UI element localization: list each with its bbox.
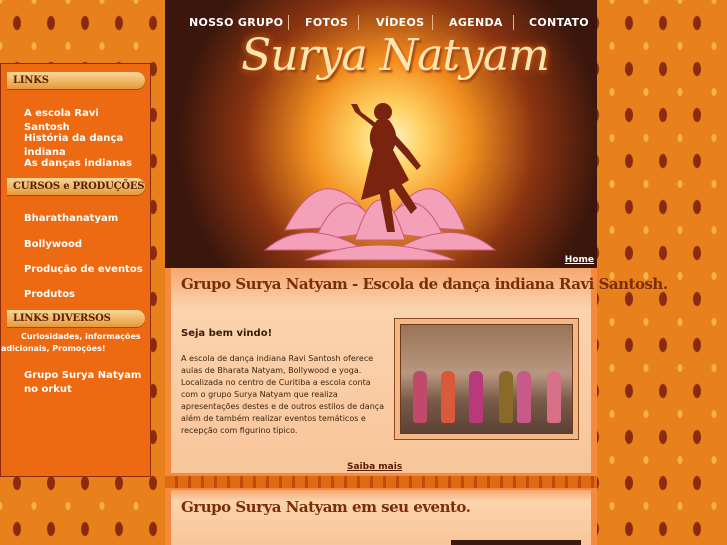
site-logo: Surya Natyam: [241, 30, 550, 81]
cursos-section-header: CURSOS e PRODUÇÕES: [7, 178, 145, 195]
event-photo-edge: [451, 540, 581, 545]
event-card-title: Grupo Surya Natyam em seu evento.: [181, 498, 471, 516]
header-banner: NOSSO GRUPO FOTOS VÍDEOS AGENDA CONTATO …: [165, 0, 597, 268]
sidebar-link-escola[interactable]: A escola Ravi Santosh: [24, 107, 148, 135]
dancers-photo[interactable]: [400, 324, 573, 434]
diversos-note: Curiosidades, informações adicionais, Pr…: [1, 332, 141, 353]
nav-divider: [358, 15, 359, 30]
intro-text: A escola de dança indiana Ravi Santosh o…: [181, 354, 385, 435]
sidebar-link-bharathanatyam[interactable]: Bharathanatyam: [24, 212, 148, 226]
welcome-heading: Seja bem vindo!: [181, 328, 273, 339]
left-sidebar: LINKS A escola Ravi Santosh História da …: [0, 63, 151, 477]
saiba-mais-link[interactable]: Saiba mais: [347, 462, 402, 472]
home-link[interactable]: Home: [565, 255, 594, 265]
sidebar-link-producao[interactable]: Produção de eventos: [24, 263, 148, 277]
nav-divider: [513, 15, 514, 30]
diversos-section-header: LINKS DIVERSOS: [7, 310, 145, 327]
event-card: Grupo Surya Natyam em seu evento.: [171, 490, 591, 545]
decorative-strip: [165, 476, 597, 488]
sidebar-link-produtos[interactable]: Produtos: [24, 288, 148, 302]
dancers-photo-frame: [394, 318, 579, 440]
nav-agenda[interactable]: AGENDA: [449, 16, 503, 29]
links-section-header: LINKS: [7, 72, 145, 89]
sidebar-link-historia[interactable]: História da dança indiana: [24, 132, 124, 160]
nav-contato[interactable]: CONTATO: [529, 16, 589, 29]
sidebar-link-bollywood[interactable]: Bollywood: [24, 238, 148, 252]
sidebar-link-orkut[interactable]: Grupo Surya Natyam no orkut: [24, 369, 144, 397]
intro-card: Grupo Surya Natyam - Escola de dança ind…: [171, 268, 668, 473]
nav-divider: [288, 15, 289, 30]
sidebar-link-dancas[interactable]: As danças indianas: [24, 157, 148, 171]
nav-nosso-grupo[interactable]: NOSSO GRUPO: [189, 16, 283, 29]
nav-divider: [432, 15, 433, 30]
main-panel: NOSSO GRUPO FOTOS VÍDEOS AGENDA CONTATO …: [165, 0, 668, 545]
intro-card-title: Grupo Surya Natyam - Escola de dança ind…: [181, 275, 668, 293]
nav-fotos[interactable]: FOTOS: [305, 16, 348, 29]
nav-videos[interactable]: VÍDEOS: [376, 16, 424, 29]
